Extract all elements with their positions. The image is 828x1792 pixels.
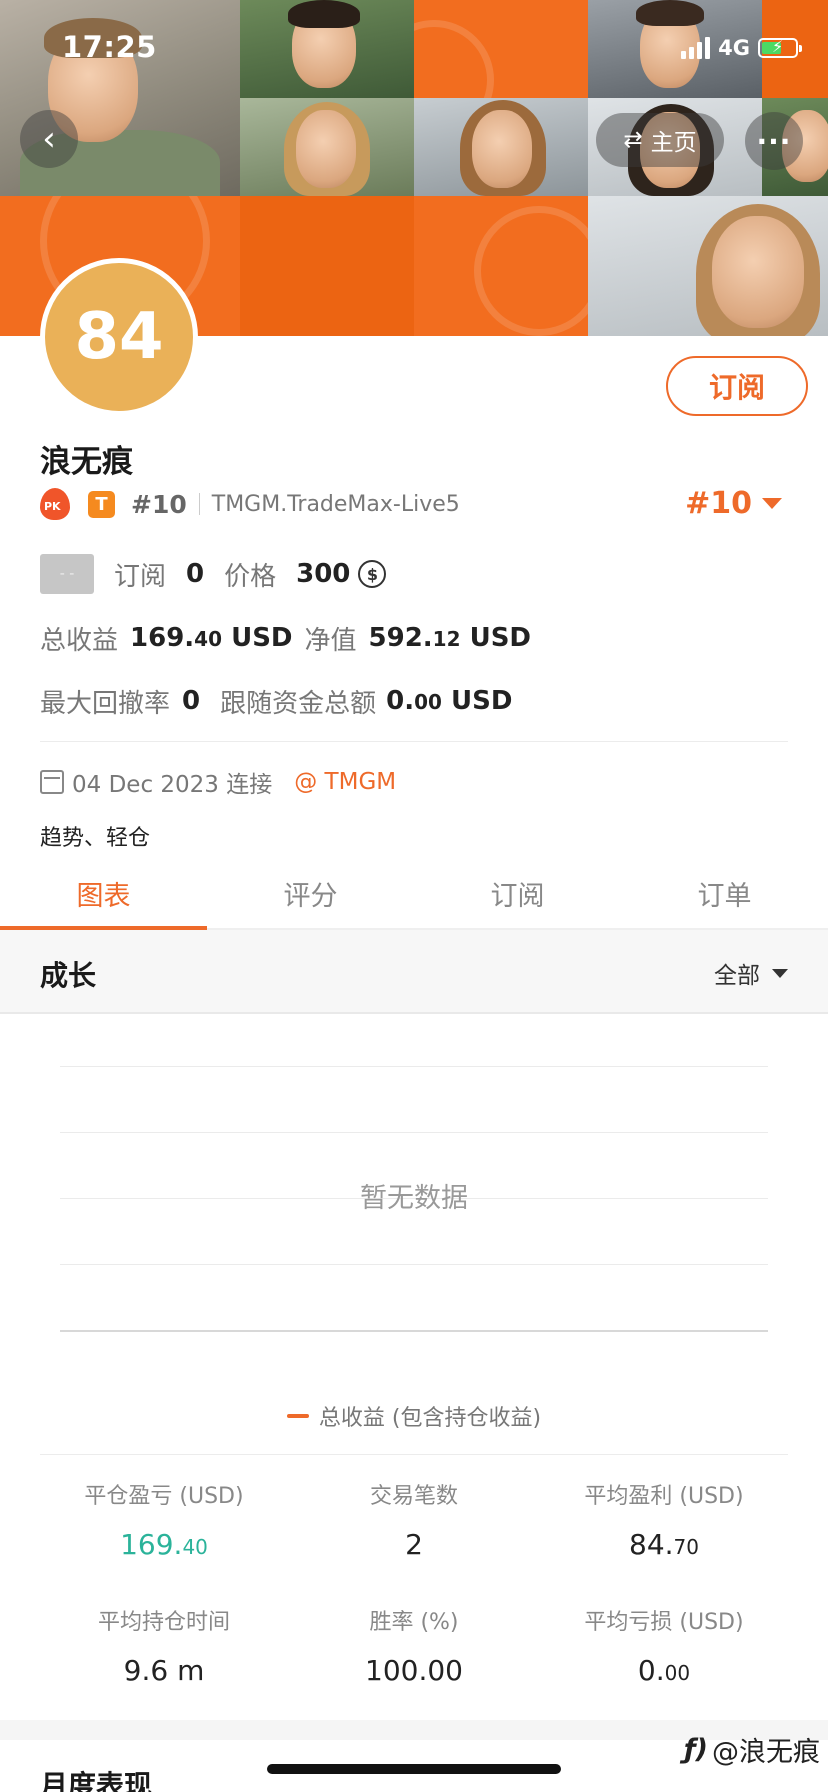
placeholder-badge: - - [40, 554, 94, 594]
stat-avg-profit: 平均盈利 (USD) 84.70 [526, 1478, 802, 1561]
watermark-logo-icon: ƒ) [683, 1734, 708, 1765]
stat-label: 平均盈利 (USD) [584, 1484, 744, 1509]
back-button[interactable]: ‹ [20, 110, 78, 168]
status-indicators: 4G ⚡ [681, 36, 802, 60]
badge-row: PK T #10 TMGM.TradeMax-Live5 [40, 486, 460, 522]
stat-label: 胜率 (%) [369, 1610, 459, 1635]
photo-tile [240, 98, 414, 196]
avatar: 84 [40, 258, 198, 416]
server-name: TMGM.TradeMax-Live5 [211, 491, 460, 517]
tab-orders[interactable]: 订单 [621, 858, 828, 928]
chart-gridline [60, 1264, 768, 1265]
total-profit-value: 169.40 USD [130, 623, 293, 653]
growth-header: 成长 全部 [0, 930, 828, 1014]
no-data-text: 暂无数据 [360, 1183, 468, 1214]
t-badge-icon: T [88, 490, 115, 518]
rank-inline: #10 [131, 489, 187, 519]
range-filter-label: 全部 [714, 963, 760, 989]
stat-label: 交易笔数 [369, 1484, 458, 1509]
subscription-price-row: - - 订阅 0 价格 300 $ [40, 554, 387, 594]
stat-label: 平仓盈亏 (USD) [84, 1484, 244, 1509]
battery-icon: ⚡ [758, 37, 802, 58]
photo-tile [414, 98, 588, 196]
broker-link[interactable]: @ TMGM [294, 769, 396, 795]
stat-value: 84.70 [629, 1528, 699, 1561]
monthly-performance-title: 月度表现 [40, 1769, 153, 1792]
tab-chart[interactable]: 图表 [0, 858, 207, 930]
max-drawdown-label: 最大回撤率 [40, 688, 171, 719]
home-indicator[interactable] [267, 1764, 561, 1774]
chart-legend[interactable]: 总收益 (包含持仓收益) [0, 1400, 828, 1432]
caret-down-icon [772, 968, 788, 978]
more-icon: ··· [756, 124, 792, 158]
pattern-tile [240, 196, 414, 336]
stat-closed-pnl: 平仓盈亏 (USD) 169.40 [26, 1478, 302, 1561]
connection-row: 04 Dec 2023 连接 @ TMGM [40, 766, 396, 798]
subscriptions-value: 0 [186, 559, 205, 589]
growth-chart: 暂无数据 总收益 (包含持仓收益) [0, 1016, 828, 1446]
stat-value: 9.6 m [123, 1654, 205, 1687]
net-value-label: 净值 [304, 625, 357, 656]
stat-label: 平均亏损 (USD) [584, 1610, 744, 1635]
connect-date: 04 Dec 2023 连接 [72, 772, 273, 798]
photo-tile [588, 196, 828, 336]
coin-icon: $ [358, 560, 387, 588]
photo-tile [240, 0, 414, 98]
pattern-tile [414, 196, 588, 336]
stat-value: 0.00 [637, 1654, 691, 1687]
tab-subscription[interactable]: 订阅 [414, 858, 621, 928]
chart-gridline [60, 1132, 768, 1133]
signal-icon [681, 37, 711, 59]
stat-avg-loss: 平均亏损 (USD) 0.00 [526, 1604, 802, 1687]
price-value: 300 [296, 559, 351, 589]
subscribe-button[interactable]: 订阅 [666, 356, 808, 416]
status-time: 17:25 [62, 30, 157, 64]
tab-rating[interactable]: 评分 [207, 858, 414, 928]
net-value: 592.12 USD [368, 623, 531, 653]
drawdown-row: 最大回撤率 0 跟随资金总额 0.00 USD [40, 681, 512, 721]
watermark: ƒ) @浪无痕 [684, 1730, 820, 1769]
home-label: 主页 [650, 130, 697, 156]
chart-gridline [60, 1066, 768, 1067]
stat-value: 169.40 [120, 1528, 208, 1561]
follow-funds-label: 跟随资金总额 [220, 688, 377, 719]
divider [40, 1454, 788, 1455]
calendar-icon [40, 770, 64, 794]
price-label: 价格 [224, 561, 277, 592]
trader-name: 浪无痕 [40, 444, 133, 480]
stat-value: 100.00 [365, 1654, 463, 1687]
stat-win-rate: 胜率 (%) 100.00 [276, 1604, 552, 1687]
subscriptions-label: 订阅 [114, 561, 167, 592]
home-button[interactable]: ⇄ 主页 [596, 113, 724, 167]
pattern-tile [414, 0, 588, 98]
profit-row: 总收益 169.40 USD 净值 592.12 USD [40, 618, 531, 658]
more-button[interactable]: ··· [745, 112, 803, 170]
pk-flame-icon[interactable]: PK [40, 488, 70, 520]
tab-bar: 图表 评分 订阅 订单 [0, 858, 828, 930]
stat-label: 平均持仓时间 [97, 1610, 230, 1635]
legend-label: 总收益 (包含持仓收益) [318, 1406, 542, 1431]
rank-value: #10 [685, 486, 752, 521]
divider [40, 741, 788, 742]
network-type: 4G [718, 36, 750, 60]
stat-avg-hold-time: 平均持仓时间 9.6 m [26, 1604, 302, 1687]
back-arrow-icon: ‹ [42, 119, 56, 159]
legend-swatch [286, 1414, 309, 1418]
swap-icon: ⇄ [623, 127, 643, 153]
rank-dropdown[interactable]: #10 [685, 486, 782, 521]
range-filter[interactable]: 全部 [714, 956, 788, 990]
total-profit-label: 总收益 [40, 625, 119, 656]
stat-value: 2 [405, 1528, 423, 1561]
growth-title: 成长 [40, 959, 97, 992]
follow-funds-value: 0.00 USD [386, 686, 513, 716]
max-drawdown-value: 0 [182, 686, 201, 716]
chart-baseline [60, 1330, 768, 1332]
stat-trade-count: 交易笔数 2 [276, 1478, 552, 1561]
strategy-tags: 趋势、轻仓 [40, 826, 151, 851]
watermark-text: @浪无痕 [712, 1737, 820, 1768]
caret-down-icon [762, 498, 782, 509]
divider [198, 493, 200, 515]
